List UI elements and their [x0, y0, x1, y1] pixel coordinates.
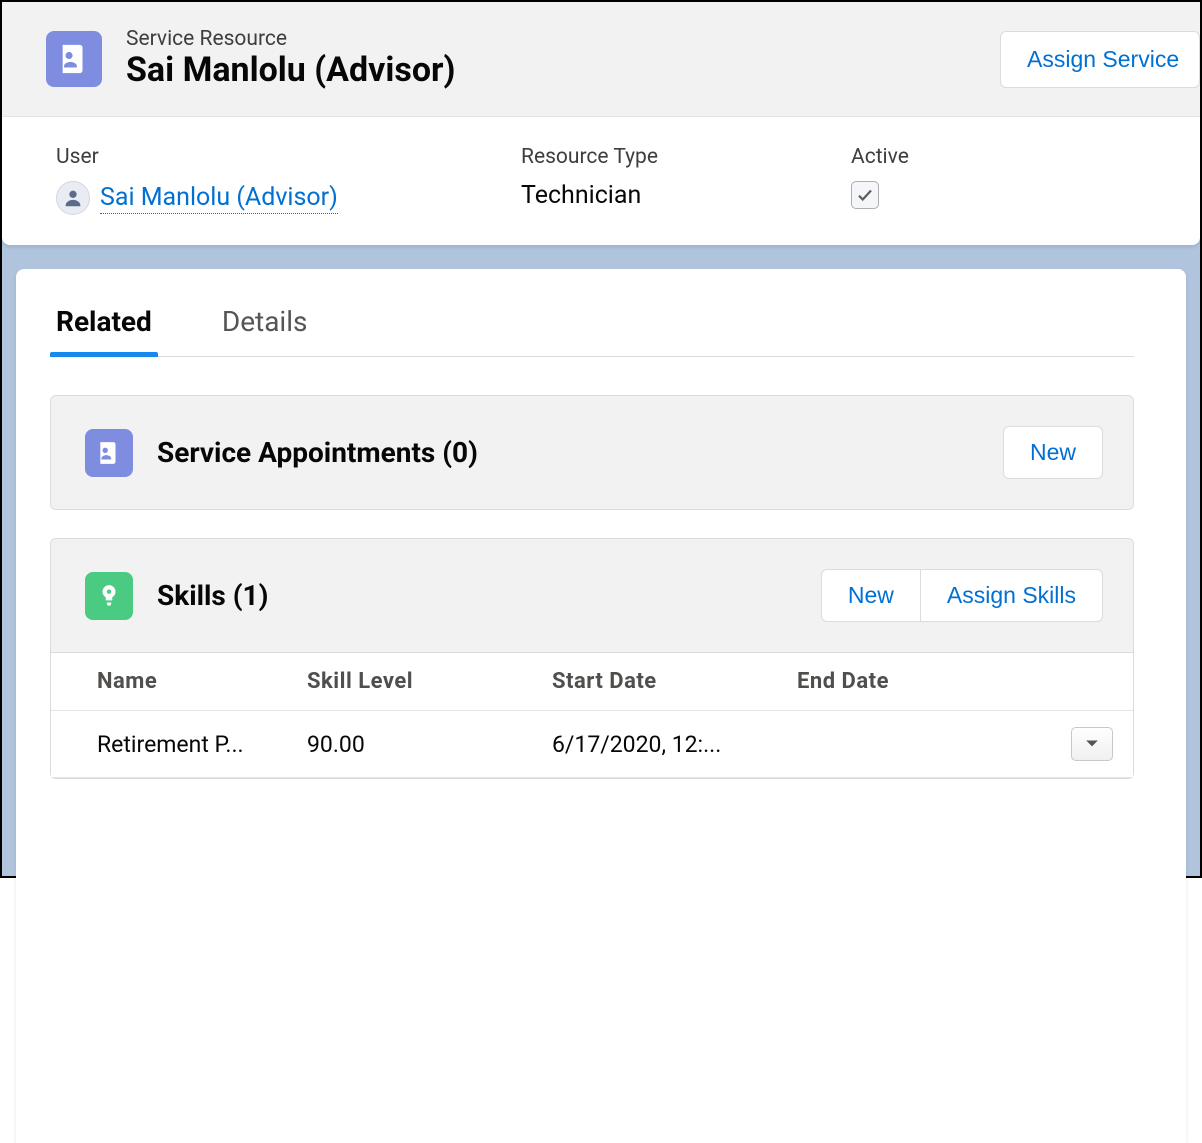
table-row: Retirement P... 90.00 6/17/2020, 12:... — [51, 711, 1133, 778]
skills-card: Skills (1) New Assign Skills Name Skill … — [50, 538, 1134, 779]
avatar-icon — [56, 181, 90, 215]
user-value-row: Sai Manlolu (Advisor) — [56, 181, 461, 215]
active-checkbox[interactable] — [851, 181, 879, 209]
assign-service-button[interactable]: Assign Service — [1000, 31, 1200, 88]
col-header-end[interactable]: End Date — [797, 669, 1002, 694]
tab-details[interactable]: Details — [222, 291, 308, 356]
cell-level: 90.00 — [307, 731, 552, 758]
tab-related[interactable]: Related — [56, 291, 152, 356]
new-appointment-button[interactable]: New — [1003, 426, 1103, 479]
appointments-icon — [85, 429, 133, 477]
field-label-active: Active — [851, 145, 909, 169]
skills-table: Name Skill Level Start Date End Date Ret… — [51, 652, 1133, 778]
field-active: Active — [851, 145, 909, 215]
new-skill-button[interactable]: New — [821, 569, 921, 622]
service-appointments-card: Service Appointments (0) New — [50, 395, 1134, 510]
tabs-bar: Related Details — [50, 291, 1134, 357]
col-header-name[interactable]: Name — [97, 669, 307, 694]
col-header-start[interactable]: Start Date — [552, 669, 797, 694]
cell-name[interactable]: Retirement P... — [97, 731, 307, 758]
record-header-card: Service Resource Sai Manlolu (Advisor) A… — [2, 2, 1200, 245]
service-appointments-header: Service Appointments (0) New — [51, 396, 1133, 509]
skills-header: Skills (1) New Assign Skills — [51, 539, 1133, 652]
header-fields: User Sai Manlolu (Advisor) Resource Type… — [2, 116, 1200, 245]
record-eyebrow: Service Resource — [126, 28, 455, 51]
field-resource-type: Resource Type Technician — [521, 145, 791, 215]
tabs-panel: Related Details Service Appointments (0)… — [16, 269, 1186, 1143]
assign-skills-button[interactable]: Assign Skills — [921, 569, 1103, 622]
cell-start: 6/17/2020, 12:... — [552, 731, 797, 758]
field-label-type: Resource Type — [521, 145, 791, 169]
header-title-block: Service Resource Sai Manlolu (Advisor) — [46, 28, 455, 90]
row-actions-button[interactable] — [1071, 727, 1113, 761]
skills-icon — [85, 572, 133, 620]
service-appointments-title[interactable]: Service Appointments (0) — [157, 436, 478, 469]
field-label-user: User — [56, 145, 461, 169]
field-value-type: Technician — [521, 181, 791, 210]
user-link[interactable]: Sai Manlolu (Advisor) — [100, 183, 338, 214]
col-header-level[interactable]: Skill Level — [307, 669, 552, 694]
skills-table-header: Name Skill Level Start Date End Date — [51, 653, 1133, 711]
page-title: Sai Manlolu (Advisor) — [126, 51, 455, 90]
service-resource-icon — [46, 31, 102, 87]
skills-title[interactable]: Skills (1) — [157, 579, 268, 612]
header-top: Service Resource Sai Manlolu (Advisor) A… — [2, 2, 1200, 116]
field-user: User Sai Manlolu (Advisor) — [56, 145, 461, 215]
